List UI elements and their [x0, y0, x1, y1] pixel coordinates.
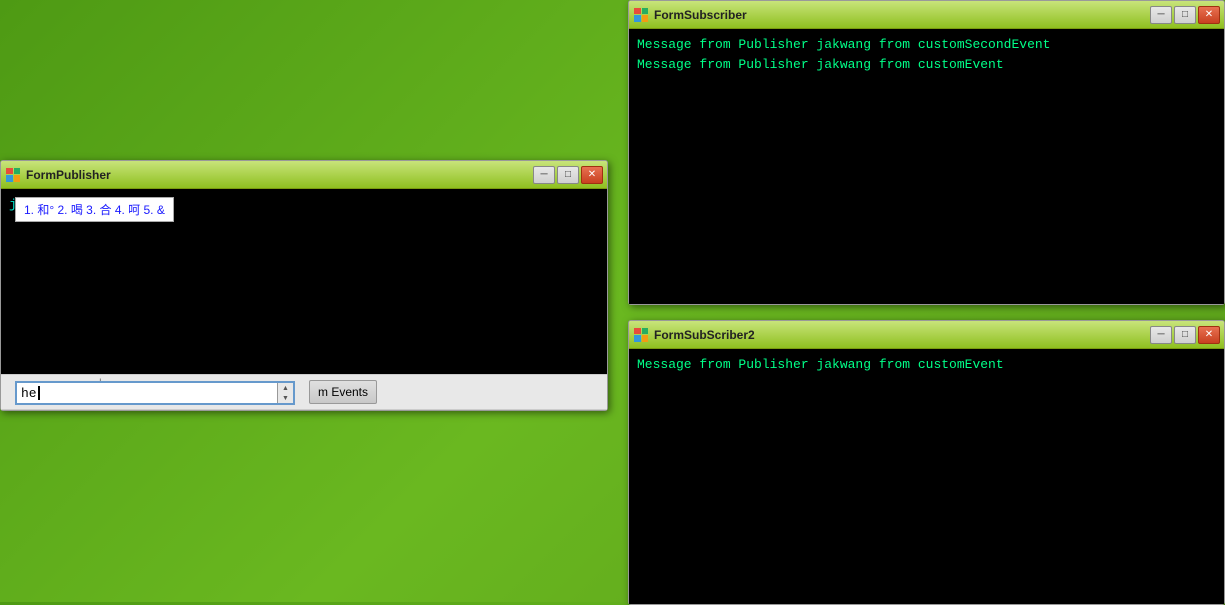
close-button3[interactable]: ✕ — [581, 166, 603, 184]
publisher-content-area: jakwang + he ▲ ▼ m Events 1. 和° 2. 喝 3. … — [1, 189, 607, 410]
publisher-toolbar: + he ▲ ▼ m Events — [1, 374, 607, 410]
minimize-button3[interactable]: ─ — [533, 166, 555, 184]
minimize-button[interactable]: ─ — [1150, 6, 1172, 24]
fire-events-button[interactable]: m Events — [309, 380, 377, 404]
maximize-button3[interactable]: □ — [557, 166, 579, 184]
publisher-input-text: he — [21, 386, 37, 401]
ime-popup: 1. 和° 2. 喝 3. 合 4. 呵 5. & — [15, 197, 174, 222]
window-controls2: ─ □ ✕ — [1150, 326, 1220, 344]
arrow-down-button[interactable]: ▼ — [278, 393, 293, 403]
input-arrow-buttons: ▲ ▼ — [277, 383, 293, 403]
subscriber-line1: Message from Publisher jakwang from cust… — [637, 35, 1216, 55]
form-publisher-title: FormPublisher — [26, 168, 533, 182]
window-controls: ─ □ ✕ — [1150, 6, 1220, 24]
form-publisher-titlebar[interactable]: FormPublisher ─ □ ✕ — [1, 161, 607, 189]
form-publisher-window: FormPublisher ─ □ ✕ jakwang + he ▲ ▼ m E… — [0, 160, 608, 411]
form-subscriber2-title: FormSubScriber2 — [654, 328, 1150, 342]
subscriber-line2: Message from Publisher jakwang from cust… — [637, 55, 1216, 75]
maximize-button2[interactable]: □ — [1174, 326, 1196, 344]
window-controls3: ─ □ ✕ — [533, 166, 603, 184]
publisher-input-wrapper[interactable]: he ▲ ▼ — [15, 381, 295, 405]
form-subscriber2-window: FormSubScriber2 ─ □ ✕ Message from Publi… — [628, 320, 1225, 605]
close-button2[interactable]: ✕ — [1198, 326, 1220, 344]
window-icon3 — [5, 167, 21, 183]
window-icon — [633, 7, 649, 23]
subscriber-output-area: Message from Publisher jakwang from cust… — [629, 29, 1224, 304]
subscriber2-output-area: Message from Publisher jakwang from cust… — [629, 349, 1224, 604]
window-icon2 — [633, 327, 649, 343]
form-subscriber-titlebar[interactable]: FormSubscriber ─ □ ✕ — [629, 1, 1224, 29]
form-subscriber-title: FormSubscriber — [654, 8, 1150, 22]
ime-candidates-list[interactable]: 1. 和° 2. 喝 3. 合 4. 呵 5. & — [16, 198, 173, 221]
subscriber2-line1: Message from Publisher jakwang from cust… — [637, 355, 1216, 375]
form-subscriber2-titlebar[interactable]: FormSubScriber2 ─ □ ✕ — [629, 321, 1224, 349]
form-subscriber-window: FormSubscriber ─ □ ✕ Message from Publis… — [628, 0, 1225, 305]
close-button[interactable]: ✕ — [1198, 6, 1220, 24]
arrow-up-button[interactable]: ▲ — [278, 383, 293, 393]
maximize-button[interactable]: □ — [1174, 6, 1196, 24]
text-cursor — [38, 386, 40, 400]
minimize-button2[interactable]: ─ — [1150, 326, 1172, 344]
